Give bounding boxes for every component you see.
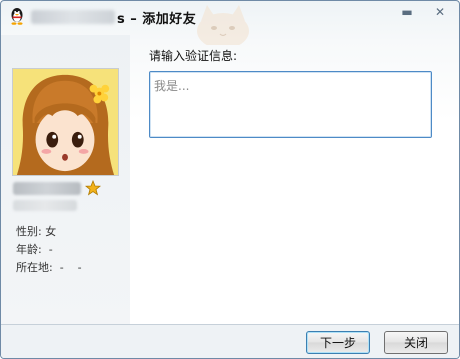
window-title: s – 添加好友 [117,12,197,27]
close-window-button[interactable]: ✕ [429,3,451,21]
minimize-button[interactable]: ▬ [396,3,418,21]
star-icon [85,180,101,196]
profile-panel: 性别: 女 年龄: - 所在地: - - [1,35,130,325]
blurred-qq-number [13,200,77,211]
blurred-user-name [31,10,115,24]
close-button[interactable]: 关闭 [384,331,448,354]
next-step-button[interactable]: 下一步 [306,331,370,354]
blurred-nickname [13,182,81,195]
add-friend-dialog: s – 添加好友 ▬ ✕ 性别: 女 年龄: - 所在地: - - 请输入验证信… [0,0,460,359]
title-bar[interactable]: s – 添加好友 ▬ ✕ [1,1,459,45]
button-bar: 下一步 关闭 [1,324,459,358]
qq-penguin-icon [11,8,23,25]
age-info: 年龄: - [16,243,53,256]
location-info: 所在地: - - [16,261,82,274]
verification-prompt: 请输入验证信息: [149,49,238,63]
verification-message-input[interactable] [149,71,432,138]
gender-info: 性别: 女 [16,225,57,238]
avatar [12,68,119,176]
cat-decoration-icon [197,5,249,45]
